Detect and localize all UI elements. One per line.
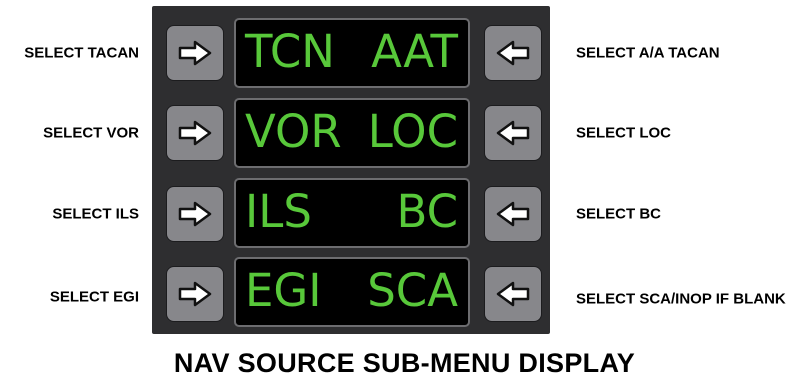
- arrow-right-icon: [178, 40, 212, 66]
- display-row-1: TCN AAT: [234, 18, 470, 88]
- label-select-loc: SELECT LOC: [576, 124, 672, 142]
- select-ils-button[interactable]: [166, 186, 224, 242]
- arrow-left-icon: [496, 120, 530, 146]
- display-row-2: VOR LOC: [234, 98, 470, 168]
- arrow-left-icon: [496, 40, 530, 66]
- option-vor: VOR: [245, 105, 342, 158]
- select-sca-button[interactable]: [484, 266, 542, 322]
- arrow-left-icon: [496, 201, 530, 227]
- select-vor-button[interactable]: [166, 105, 224, 161]
- option-ils: ILS: [245, 185, 312, 238]
- option-bc: BC: [396, 185, 458, 238]
- arrow-right-icon: [178, 120, 212, 146]
- arrow-right-icon: [178, 281, 212, 307]
- label-select-egi: SELECT EGI: [49, 288, 139, 306]
- option-aat: AAT: [371, 25, 458, 78]
- option-tcn: TCN: [245, 25, 335, 78]
- display-row-4: EGI SCA: [234, 257, 470, 327]
- select-aa-tacan-button[interactable]: [484, 25, 542, 81]
- select-bc-button[interactable]: [484, 186, 542, 242]
- option-sca: SCA: [367, 264, 458, 317]
- arrow-right-icon: [178, 201, 212, 227]
- label-select-tacan: SELECT TACAN: [24, 44, 139, 62]
- option-egi: EGI: [245, 264, 322, 317]
- label-select-sca-inop: SELECT SCA/INOP IF BLANK: [576, 290, 786, 308]
- arrow-left-icon: [496, 281, 530, 307]
- select-loc-button[interactable]: [484, 105, 542, 161]
- select-tacan-button[interactable]: [166, 25, 224, 81]
- label-select-aa-tacan: SELECT A/A TACAN: [576, 44, 720, 62]
- diagram-caption: NAV SOURCE SUB-MENU DISPLAY: [173, 348, 636, 378]
- label-select-ils: SELECT ILS: [52, 205, 139, 223]
- label-select-bc: SELECT BC: [576, 205, 662, 223]
- select-egi-button[interactable]: [166, 266, 224, 322]
- display-row-3: ILS BC: [234, 178, 470, 248]
- option-loc: LOC: [367, 105, 458, 158]
- label-select-vor: SELECT VOR: [43, 124, 139, 142]
